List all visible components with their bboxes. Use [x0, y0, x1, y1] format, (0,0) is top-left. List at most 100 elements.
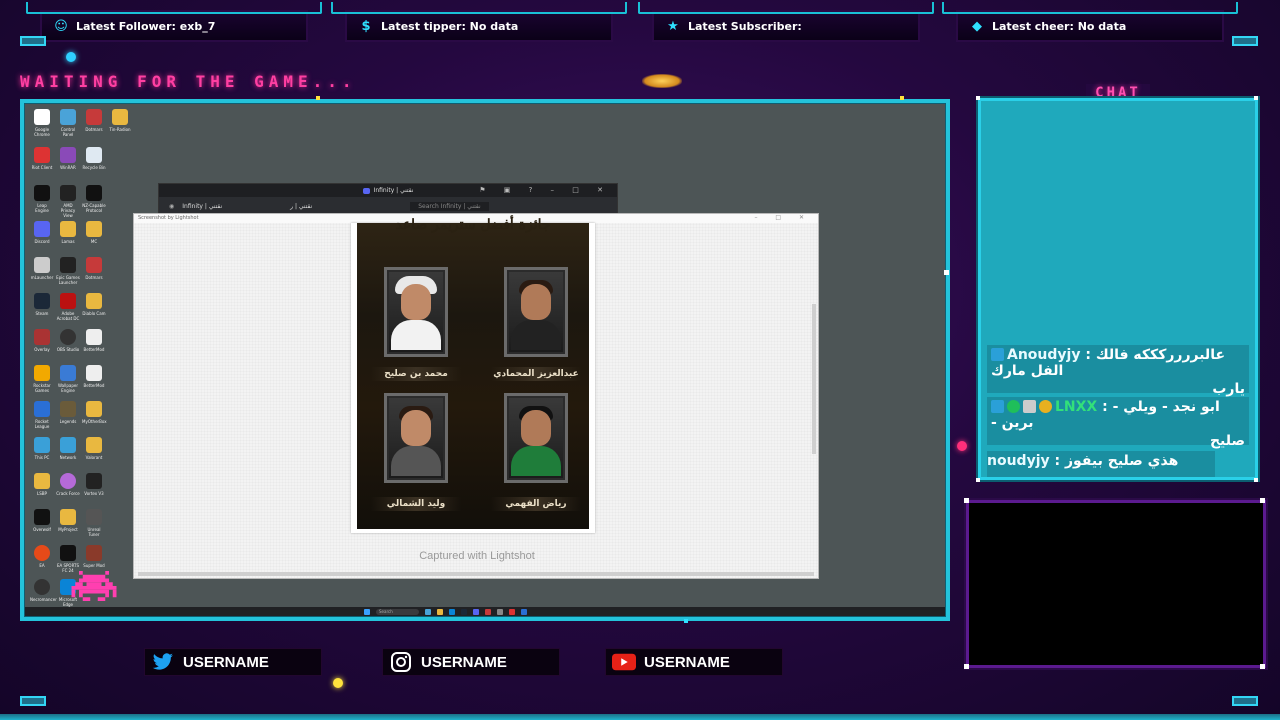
- desktop-icon[interactable]: MyProject: [56, 509, 80, 532]
- desktop-icon[interactable]: Rocket League: [30, 401, 54, 429]
- discord-search[interactable]: Search Infinity | نقتني: [410, 201, 489, 211]
- desktop-icon[interactable]: Recycle Bin: [82, 147, 106, 170]
- desktop-icon[interactable]: Rockstar Games: [30, 365, 54, 393]
- desktop-icon[interactable]: WinRAR: [56, 147, 80, 170]
- desktop-icon[interactable]: Legends: [56, 401, 80, 424]
- desktop-icon[interactable]: Adobe Acrobat DC: [56, 293, 80, 321]
- desktop-icon[interactable]: BetterMod: [82, 365, 106, 388]
- channel-name[interactable]: نقتني | ر: [290, 203, 312, 210]
- lightshot-window-controls[interactable]: – □ ✕: [754, 214, 812, 221]
- star-icon: ★: [667, 18, 679, 34]
- cam-corner-dot: [964, 664, 969, 669]
- latest-tipper-text: Latest tipper: No data: [381, 19, 519, 33]
- desktop-icon[interactable]: NZ-Capable Protocol: [82, 185, 106, 213]
- taskbar-app-icon[interactable]: [449, 609, 455, 615]
- chat-message: LNXX : ابو نجد - ويلي - برين - صليح: [987, 397, 1249, 449]
- desktop-icon[interactable]: Dotmars: [82, 109, 106, 132]
- desktop-icon[interactable]: Unreal Tuner: [82, 509, 106, 537]
- chat-text-continued: صليح: [1209, 433, 1245, 449]
- taskbar-app-icon[interactable]: [509, 609, 515, 615]
- desktop-icon[interactable]: Diablo Cam: [82, 293, 106, 316]
- desktop-icon[interactable]: MyOtherBox: [82, 401, 107, 424]
- desktop-icon[interactable]: Vortex V3: [82, 473, 106, 496]
- desktop-icon[interactable]: Discord: [30, 221, 54, 244]
- chat-username: noudyjy: [987, 453, 1050, 469]
- chat-corner-dot: [976, 478, 980, 482]
- desktop-icon[interactable]: LSBP: [30, 473, 54, 496]
- bottom-border: [0, 714, 1280, 720]
- chat-text: هذي صليح بيفوز: [1064, 453, 1179, 469]
- desktop-icon[interactable]: Overlay: [30, 329, 54, 352]
- taskbar-search[interactable]: Search: [376, 609, 419, 615]
- desktop-icon[interactable]: OBS Studio: [56, 329, 80, 352]
- youtube-bar[interactable]: USERNAME: [605, 648, 783, 676]
- desktop-icon[interactable]: Riot Client: [30, 147, 54, 170]
- chat-username: Anoudyjy: [1007, 347, 1081, 363]
- pixel-invader-icon: [70, 571, 118, 601]
- latest-subscriber-bar: ★ Latest Subscriber:: [638, 2, 934, 42]
- server-name[interactable]: Infinity | نقتني: [182, 203, 222, 210]
- desktop-icon[interactable]: Lamas: [56, 221, 80, 244]
- taskbar-app-icon[interactable]: [425, 609, 431, 615]
- lightshot-window[interactable]: Screenshot by Lightshot – □ ✕ جائزة أفضل…: [133, 213, 819, 579]
- desktop-icon[interactable]: EA SPORTS FC 24: [56, 545, 80, 573]
- taskbar-app-icon[interactable]: [485, 609, 491, 615]
- desktop-icon[interactable]: Google Chrome: [30, 109, 54, 137]
- desktop-icon[interactable]: Super Mod: [82, 545, 106, 568]
- chat-corner-dot: [1254, 96, 1258, 100]
- taskbar-app-icon[interactable]: [461, 609, 467, 615]
- captured-with-lightshot-text: Captured with Lightshot: [419, 550, 535, 562]
- discord-home-icon[interactable]: ◉: [169, 203, 174, 210]
- chat-message: noudyjy : هذي صليح بيفوز: [987, 451, 1215, 477]
- desktop-icon[interactable]: Crack Force: [56, 473, 80, 496]
- verified-badge-icon: [1007, 400, 1020, 413]
- horizontal-scrollbar[interactable]: [138, 572, 814, 576]
- desktop-icon[interactable]: AMD Privacy View: [56, 185, 80, 218]
- twitter-username: USERNAME: [183, 653, 269, 671]
- desktop-icon[interactable]: mLauncher: [30, 257, 54, 280]
- desktop-icon[interactable]: Epic Games Launcher: [56, 257, 80, 285]
- desktop-icon[interactable]: BetterMod: [82, 329, 106, 352]
- taskbar-app-icon[interactable]: [497, 609, 503, 615]
- desktop-icon[interactable]: EA: [30, 545, 54, 568]
- instagram-username: USERNAME: [421, 653, 507, 671]
- desktop-icon[interactable]: Leap Engine: [30, 185, 54, 213]
- start-icon[interactable]: [364, 609, 370, 615]
- diamond-icon: ◆: [972, 18, 982, 34]
- corner-tab-top-left: [20, 36, 46, 46]
- twitter-bar[interactable]: USERNAME: [144, 648, 322, 676]
- latest-subscriber-text: Latest Subscriber:: [688, 19, 802, 33]
- desktop-icon[interactable]: Steam: [30, 293, 54, 316]
- yellow-sparkle-icon: [333, 678, 343, 688]
- nominee-name: عبدالعزيز المحمادي: [491, 367, 581, 381]
- desktop-icon[interactable]: Overwolf: [30, 509, 54, 532]
- chat-corner-dot: [976, 96, 980, 100]
- desktop-icon[interactable]: Network: [56, 437, 80, 460]
- desktop-icon[interactable]: MC: [82, 221, 106, 244]
- taskbar-app-icon[interactable]: [473, 609, 479, 615]
- chat-message: Anoudyjy : عالبرررركككه فالك الفل مارك ي…: [987, 345, 1249, 397]
- taskbar: Search: [24, 607, 946, 617]
- desktop-icon[interactable]: This PC: [30, 437, 54, 460]
- poster-image: جائزة أفضل ستريمر صاعد محمد بن صليح عبدا…: [357, 217, 589, 529]
- nominee-portrait: [384, 267, 448, 357]
- desktop-icon[interactable]: Control Panel: [56, 109, 80, 137]
- gold-badge-icon: [1039, 400, 1052, 413]
- desktop-icon[interactable]: Necromancer: [30, 579, 57, 602]
- discord-window-controls[interactable]: ⚑ ▣ ? – □ ✕: [479, 186, 611, 194]
- taskbar-app-icon[interactable]: [437, 609, 443, 615]
- desktop-icon[interactable]: Wallpaper Engine: [56, 365, 80, 393]
- nominee-portrait: [384, 393, 448, 483]
- nominee-name: رياض الفهمي: [491, 497, 581, 511]
- desktop-icon[interactable]: Tin-Radion: [108, 109, 132, 132]
- taskbar-app-icon[interactable]: [521, 609, 527, 615]
- vertical-scrollbar[interactable]: [812, 304, 816, 454]
- twitch-badge-icon: [991, 348, 1004, 361]
- instagram-bar[interactable]: USERNAME: [382, 648, 560, 676]
- frame-dot: [944, 270, 949, 275]
- glow-decoration: [642, 74, 682, 88]
- poster-title: جائزة أفضل ستريمر صاعد: [395, 217, 551, 233]
- screen-capture-frame: Google Chrome Control Panel Dotmars Tin-…: [20, 99, 950, 621]
- desktop-icon[interactable]: Valorant: [82, 437, 106, 460]
- desktop-icon[interactable]: Dotmars: [82, 257, 106, 280]
